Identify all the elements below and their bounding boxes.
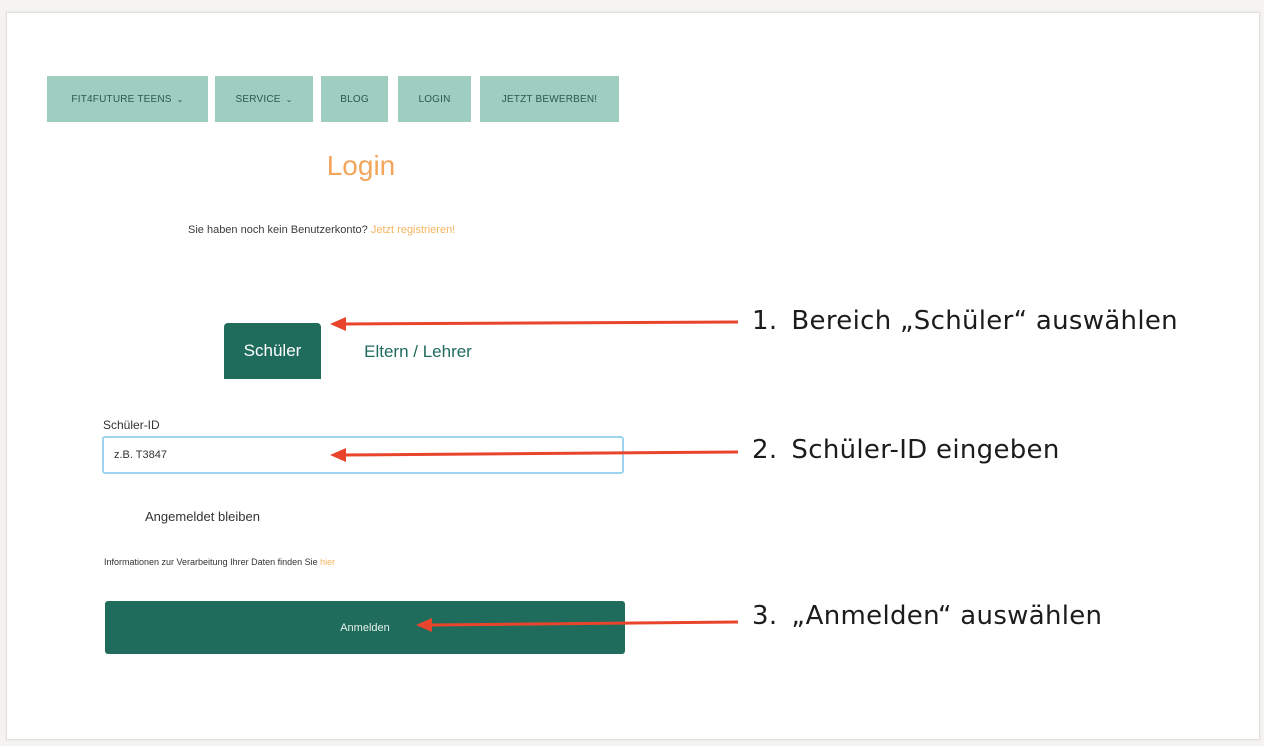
annotation-step-1: 1. Bereich „Schüler“ auswählen xyxy=(752,306,1178,336)
nav-item-service[interactable]: SERVICE ⌄ xyxy=(215,76,313,122)
nav-item-login[interactable]: LOGIN xyxy=(398,76,471,122)
privacy-text: Informationen zur Verarbeitung Ihrer Dat… xyxy=(104,557,318,567)
chevron-down-icon: ⌄ xyxy=(176,94,184,104)
annotation-step-2: 2. Schüler-ID eingeben xyxy=(752,435,1060,465)
nav-label: FIT4FUTURE TEENS xyxy=(71,93,172,105)
nav-label: BLOG xyxy=(340,93,369,105)
annotation-number: 1. xyxy=(752,306,778,336)
privacy-notice: Informationen zur Verarbeitung Ihrer Dat… xyxy=(104,557,335,567)
schueler-id-label: Schüler-ID xyxy=(103,418,160,432)
remember-me-option[interactable]: Angemeldet bleiben xyxy=(145,509,260,524)
privacy-link[interactable]: hier xyxy=(320,557,335,567)
register-prompt: Sie haben noch kein Benutzerkonto? Jetzt… xyxy=(188,224,455,236)
annotation-step-3: 3. „Anmelden“ auswählen xyxy=(752,601,1102,631)
nav-item-jetzt-bewerben[interactable]: JETZT BEWERBEN! xyxy=(480,76,619,122)
page-title: Login xyxy=(326,150,396,181)
tab-schueler[interactable]: Schüler xyxy=(224,323,321,379)
nav-label: JETZT BEWERBEN! xyxy=(501,93,598,105)
schueler-id-input[interactable] xyxy=(102,436,624,474)
nav-label: SERVICE xyxy=(235,93,281,105)
annotation-text: Bereich „Schüler“ auswählen xyxy=(791,306,1178,336)
chevron-down-icon: ⌄ xyxy=(285,94,293,104)
tab-eltern-lehrer[interactable]: Eltern / Lehrer xyxy=(339,340,497,364)
register-prompt-text: Sie haben noch kein Benutzerkonto? xyxy=(188,224,368,236)
nav-item-blog[interactable]: BLOG xyxy=(321,76,388,122)
login-submit-button[interactable]: Anmelden xyxy=(105,601,625,654)
annotation-text: „Anmelden“ auswählen xyxy=(791,601,1103,631)
nav-item-fit4future-teens[interactable]: FIT4FUTURE TEENS ⌄ xyxy=(47,76,208,122)
annotation-number: 2. xyxy=(752,435,778,465)
nav-label: LOGIN xyxy=(418,93,451,105)
annotation-number: 3. xyxy=(752,601,778,631)
annotation-text: Schüler-ID eingeben xyxy=(791,435,1060,465)
register-link[interactable]: Jetzt registrieren! xyxy=(371,224,455,236)
